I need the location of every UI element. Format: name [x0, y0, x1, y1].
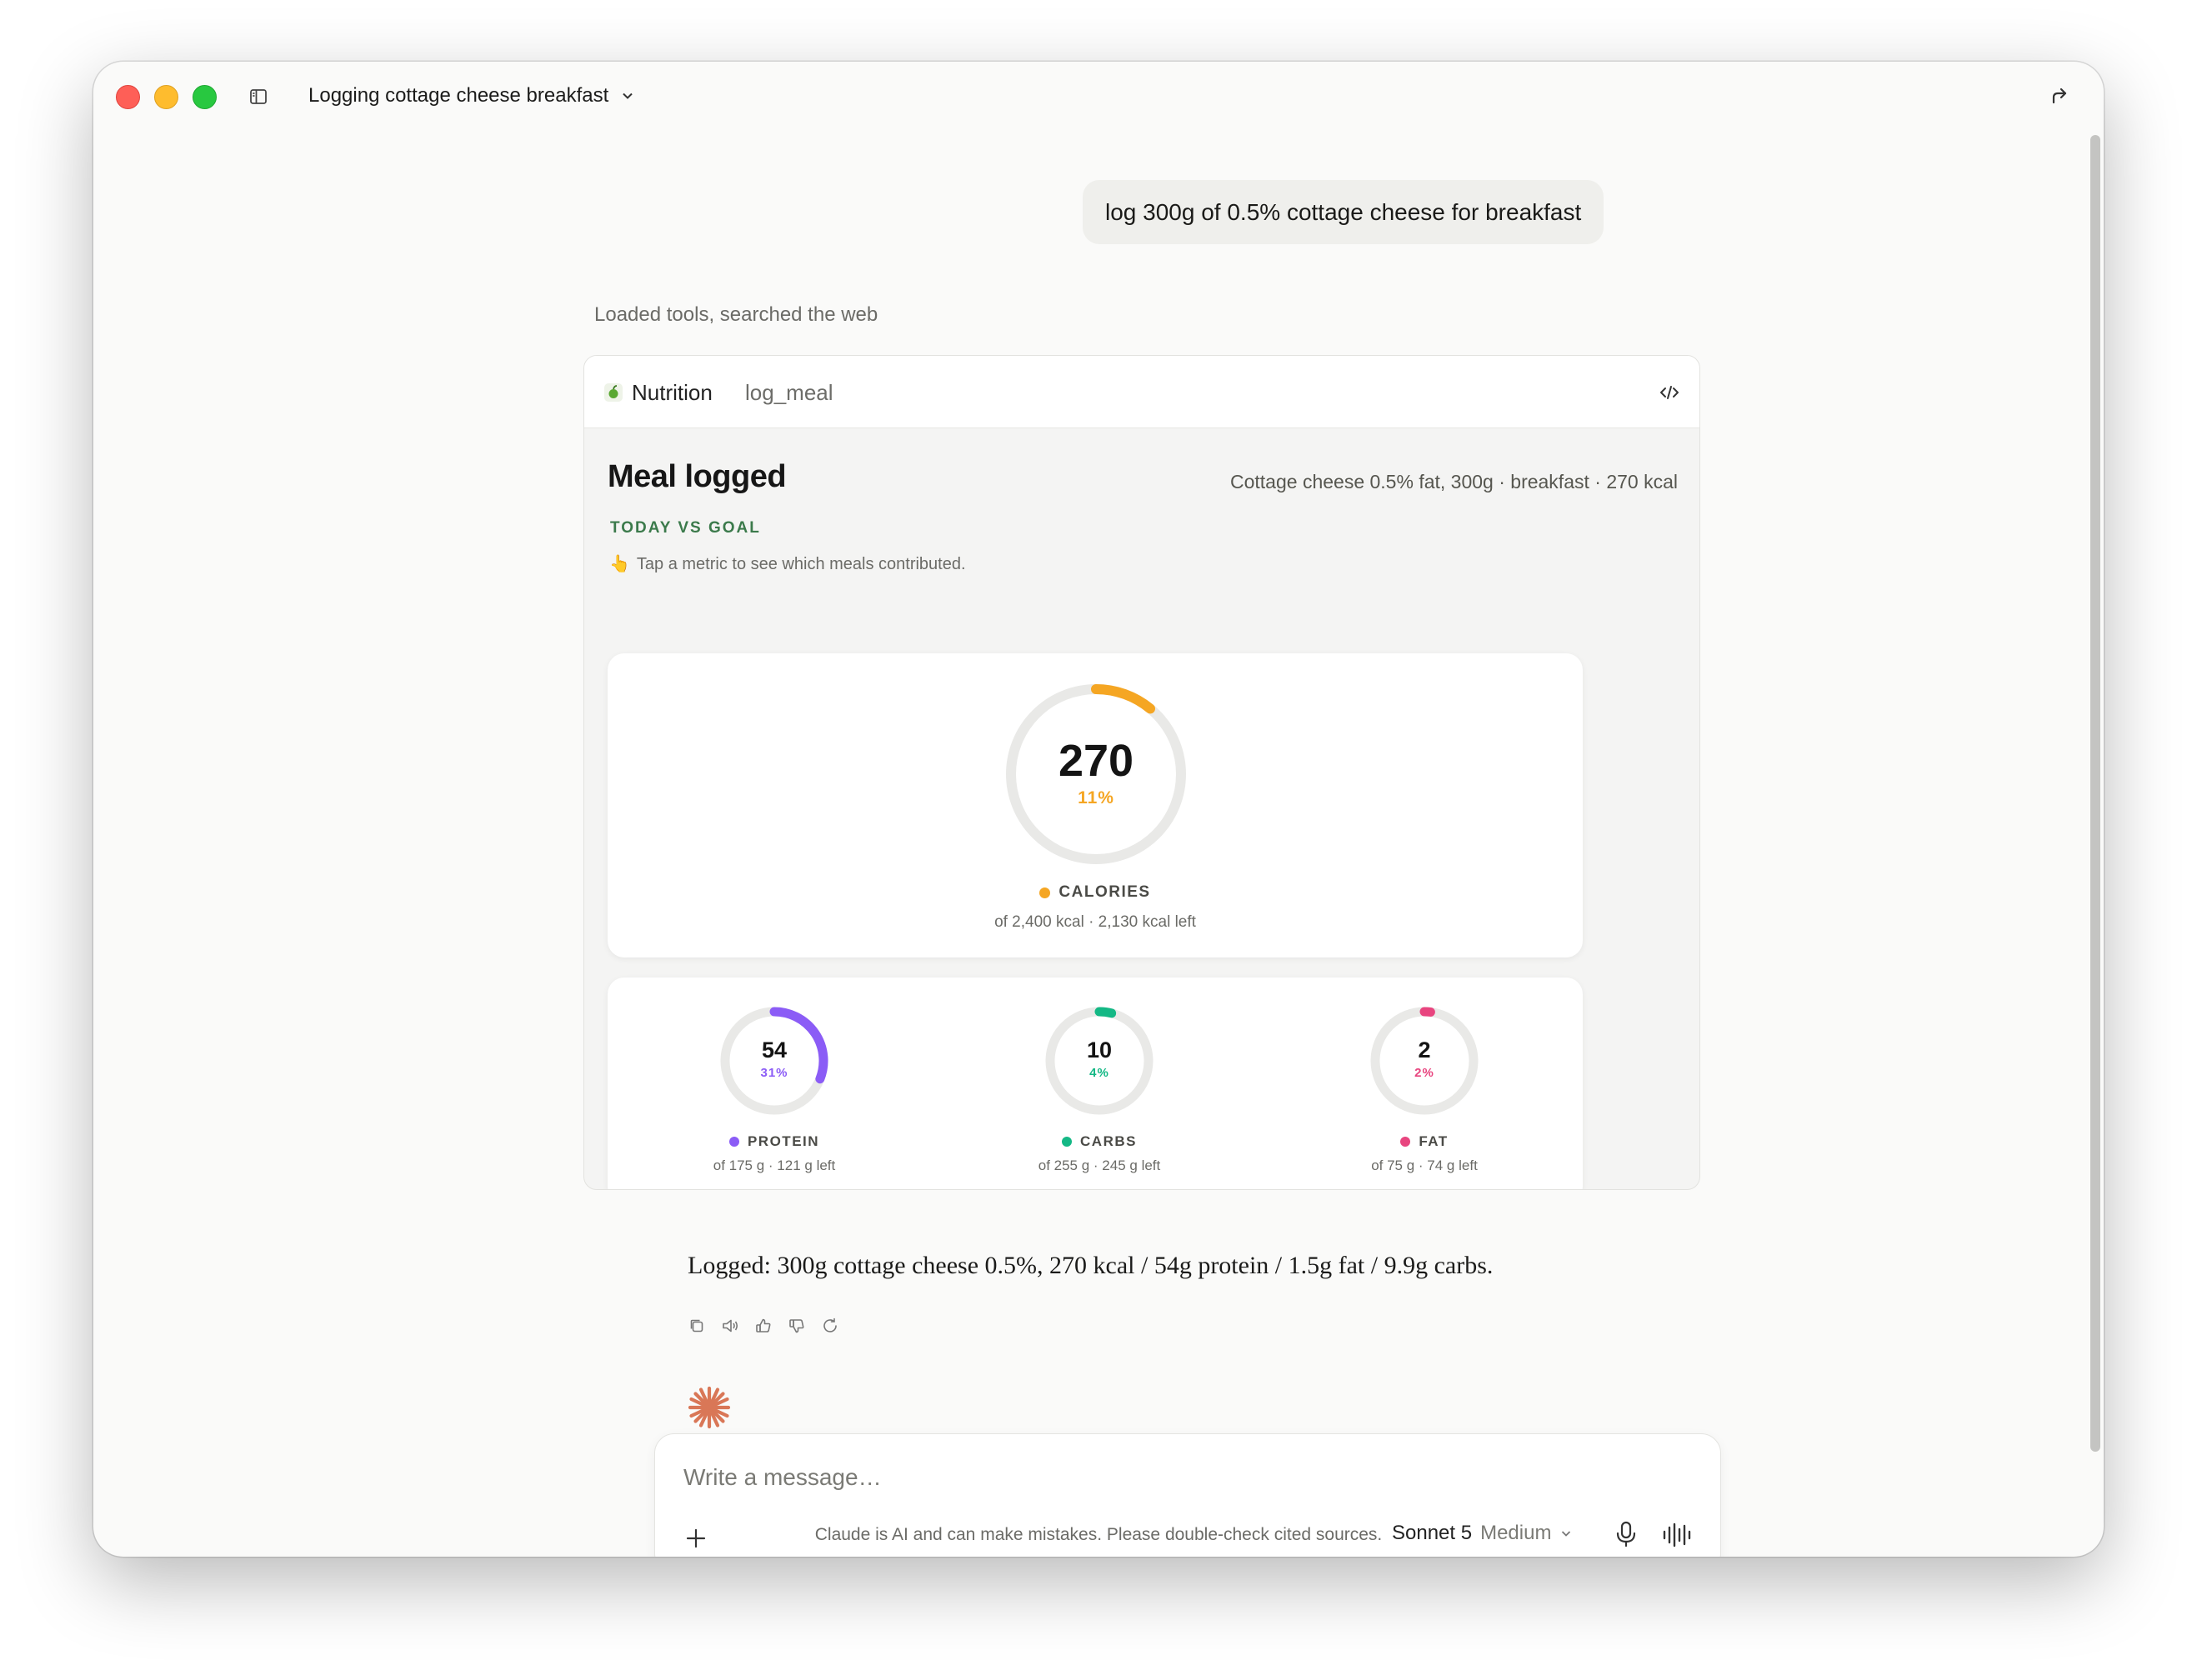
message-input[interactable]: Write a message… — [683, 1464, 882, 1491]
sidebar-toggle-icon[interactable] — [248, 87, 268, 107]
speaker-icon[interactable] — [721, 1317, 739, 1335]
thumbs-down-icon[interactable] — [788, 1317, 806, 1335]
chevron-down-icon — [623, 92, 633, 99]
scrollbar[interactable] — [2090, 135, 2100, 1452]
calories-goal-text: of 2,400 kcal · 2,130 kcal left — [994, 913, 1196, 931]
calories-label-text: CALORIES — [1058, 883, 1151, 901]
tool-app-name: Nutrition — [632, 380, 713, 405]
tools-status[interactable]: Loaded tools, searched the web — [594, 303, 878, 327]
tap-hint: 👆 Tap a metric to see which meals contrib… — [609, 553, 966, 574]
today-vs-goal-label: TODAY VS GOAL — [610, 519, 761, 537]
share-icon[interactable] — [2047, 83, 2072, 108]
retry-icon[interactable] — [821, 1317, 839, 1335]
carbs-ring-progress — [1094, 1007, 1117, 1018]
conversation-title-text: Logging cottage cheese breakfast — [308, 84, 609, 107]
close-window-button[interactable] — [116, 85, 140, 109]
zoom-window-button[interactable] — [193, 85, 217, 109]
copy-icon[interactable] — [688, 1317, 706, 1335]
pointing-hand-icon: 👆 — [609, 555, 630, 573]
nutrition-app-icon — [604, 383, 623, 402]
meal-summary: Cottage cheese 0.5% fat, 300g · breakfas… — [1230, 471, 1678, 492]
calories-value: 270 — [1058, 736, 1134, 786]
protein-dot — [728, 1137, 739, 1147]
user-message-bubble: log 300g of 0.5% cottage cheese for brea… — [1083, 180, 1604, 244]
carbs-percent: 4% — [1089, 1066, 1109, 1080]
macros-panel: 54 31% PROTEIN of 175 g · 121 g left 10 4%… — [608, 978, 1583, 1189]
fat-goal-text: of 75 g · 74 g left — [1371, 1158, 1478, 1173]
fat-percent: 2% — [1414, 1066, 1434, 1080]
message-actions — [688, 1317, 839, 1335]
protein-ring[interactable]: 54 31% — [719, 1006, 829, 1116]
protein-value: 54 — [761, 1038, 788, 1062]
protein-label-text: PROTEIN — [747, 1133, 820, 1149]
tap-hint-text: Tap a metric to see which meals contribu… — [636, 555, 966, 573]
carbs-label: CARBS — [974, 1133, 1224, 1150]
minimize-window-button[interactable] — [154, 85, 178, 109]
calories-dot — [1039, 887, 1051, 898]
carbs-goal-text: of 255 g · 245 g left — [1038, 1158, 1161, 1173]
fat-label-text: FAT — [1419, 1133, 1449, 1149]
assistant-response: Logged: 300g cottage cheese 0.5%, 270 kc… — [688, 1252, 1494, 1279]
code-icon[interactable] — [1659, 383, 1679, 402]
calories-ring[interactable]: 270 11% — [1003, 682, 1189, 867]
calories-percent: 11% — [1078, 788, 1114, 808]
carbs-ring[interactable]: 10 4% — [1044, 1006, 1154, 1116]
disclaimer: Claude is AI and can make mistakes. Plea… — [814, 1525, 1383, 1544]
claude-spark-icon — [688, 1386, 731, 1429]
fat-ring[interactable]: 2 2% — [1369, 1006, 1479, 1116]
meal-logged-heading: Meal logged — [608, 459, 787, 494]
carbs-value: 10 — [1086, 1038, 1113, 1062]
conversation-title[interactable]: Logging cottage cheese breakfast — [308, 84, 635, 108]
protein-goal-text: of 175 g · 121 g left — [713, 1158, 836, 1173]
calories-ring-progress — [1091, 684, 1156, 714]
carbs-dot — [1062, 1137, 1073, 1147]
calories-panel[interactable]: 270 11% CALORIES of 2,400 kcal · 2,130 k… — [608, 653, 1583, 958]
thumbs-up-icon[interactable] — [754, 1317, 773, 1335]
fat-label: FAT — [1299, 1133, 1549, 1150]
fat-value: 2 — [1418, 1038, 1431, 1062]
app-window: Logging cottage cheese breakfast log 300… — [93, 62, 2104, 1557]
tool-card-header: Nutrition log_meal — [584, 356, 1699, 428]
carbs-label-text: CARBS — [1080, 1133, 1137, 1149]
nutrition-tool-card: Nutrition log_meal Meal logged Cottage c… — [583, 355, 1700, 1190]
calories-label: CALORIES — [608, 883, 1583, 902]
protein-label: PROTEIN — [649, 1133, 899, 1150]
tool-function-name: log_meal — [745, 380, 833, 405]
fat-dot — [1400, 1137, 1411, 1147]
protein-percent: 31% — [760, 1066, 788, 1080]
